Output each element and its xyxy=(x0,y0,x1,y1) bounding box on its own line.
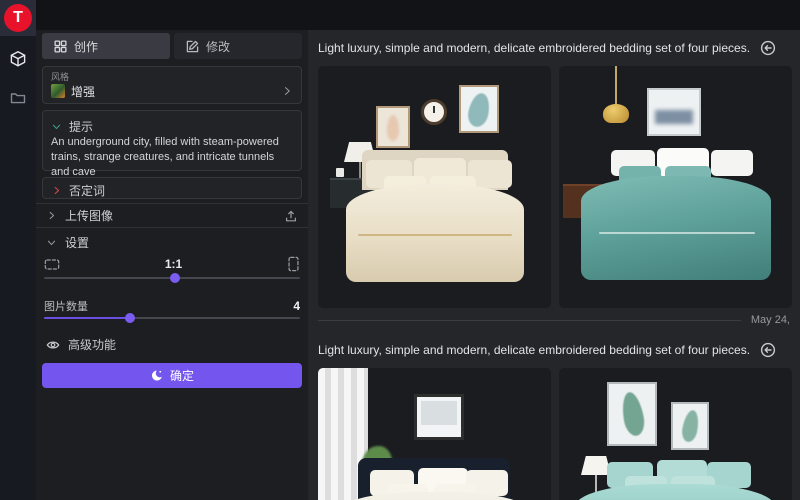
scene-art-abstract xyxy=(655,110,693,124)
advanced-features-toggle[interactable]: 高级功能 xyxy=(46,336,116,353)
tab-modify-label: 修改 xyxy=(206,38,230,55)
image-count-row: 图片数量 4 xyxy=(44,298,300,314)
tab-create[interactable]: 创作 xyxy=(42,33,170,59)
control-panel: 创作 修改 风格 增强 xyxy=(36,30,308,500)
scene-pillow xyxy=(711,150,753,176)
tab-modify[interactable]: 修改 xyxy=(174,33,302,59)
aspect-ratio-value: 1:1 xyxy=(60,257,287,271)
chevron-down-icon xyxy=(51,121,62,132)
scene-art-frame xyxy=(647,88,701,136)
moon-icon xyxy=(150,369,163,382)
generated-image[interactable] xyxy=(559,368,792,500)
generation-date: May 24, xyxy=(751,314,792,326)
sidebar-item-files[interactable] xyxy=(0,83,36,113)
scene-lamp-pole xyxy=(359,162,361,178)
slider-fill xyxy=(44,317,130,319)
settings-label: 设置 xyxy=(65,234,89,251)
style-thumbnail xyxy=(51,84,65,98)
scene-art-frame xyxy=(376,106,410,148)
eye-icon xyxy=(46,338,60,352)
edit-icon xyxy=(186,40,199,53)
landscape-icon xyxy=(44,258,60,271)
scene-art-leaf xyxy=(619,391,646,438)
generation-footer: May 24, xyxy=(318,312,792,328)
generated-image[interactable] xyxy=(318,368,551,500)
confirm-label: 确定 xyxy=(170,367,194,384)
scene-embroidery-trim xyxy=(599,232,755,234)
generated-image[interactable] xyxy=(559,66,792,308)
chevron-right-icon xyxy=(46,210,57,221)
chevron-right-icon xyxy=(281,85,293,97)
aspect-ratio-row: 1:1 xyxy=(44,256,300,272)
scene-art-leaf xyxy=(466,91,493,128)
portrait-icon xyxy=(287,256,300,272)
prompt-header: 提示 xyxy=(51,118,93,135)
scene-art-abstract xyxy=(421,401,457,425)
advanced-label: 高级功能 xyxy=(68,336,116,353)
generated-images-row xyxy=(318,66,792,308)
scene-pendant-cord xyxy=(615,66,617,106)
image-count-value: 4 xyxy=(293,299,300,313)
chevron-right-icon xyxy=(51,185,62,196)
prompt-label: 提示 xyxy=(69,118,93,135)
sidebar-item-workspace[interactable] xyxy=(0,44,36,74)
prompt-text[interactable]: An underground city, filled with steam-p… xyxy=(51,135,295,180)
chevron-down-icon xyxy=(46,237,57,248)
settings-section-header[interactable]: 设置 xyxy=(46,234,89,251)
reuse-prompt-button[interactable] xyxy=(760,342,776,358)
upload-label: 上传图像 xyxy=(65,207,276,224)
style-selector[interactable]: 风格 增强 xyxy=(42,66,302,104)
tab-create-label: 创作 xyxy=(74,38,98,55)
scene-art-leaf xyxy=(680,409,700,443)
upload-image-section[interactable]: 上传图像 xyxy=(36,203,308,228)
negative-prompt-section[interactable]: 否定词 xyxy=(42,177,302,199)
logo-avatar[interactable]: T xyxy=(4,4,32,32)
cube-icon xyxy=(9,50,27,68)
scene-embroidery-trim xyxy=(358,234,512,236)
style-row: 增强 xyxy=(51,82,293,100)
top-bar xyxy=(0,0,800,30)
upload-icon[interactable] xyxy=(284,209,298,223)
divider-line xyxy=(318,320,741,321)
generated-image[interactable] xyxy=(318,66,551,308)
negative-label: 否定词 xyxy=(69,182,105,199)
slider-thumb[interactable] xyxy=(170,273,180,283)
generation-prompt-row: Light luxury, simple and modern, delicat… xyxy=(318,342,776,358)
reuse-prompt-button[interactable] xyxy=(760,40,776,56)
results-area: Light luxury, simple and modern, delicat… xyxy=(308,30,800,500)
generation-prompt-row: Light luxury, simple and modern, delicat… xyxy=(318,40,776,56)
scene-art-frame xyxy=(459,85,499,133)
scene-bed-duvet xyxy=(581,176,771,280)
circled-back-arrow-icon xyxy=(760,40,776,56)
circled-back-arrow-icon xyxy=(760,342,776,358)
generation-prompt-text: Light luxury, simple and modern, delicat… xyxy=(318,343,750,357)
scene-wall-clock xyxy=(421,99,447,125)
image-count-label: 图片数量 xyxy=(44,298,293,314)
generated-images-row xyxy=(318,368,792,500)
prompt-editor[interactable]: 提示 An underground city, filled with stea… xyxy=(42,110,302,171)
confirm-button[interactable]: 确定 xyxy=(42,363,302,388)
logo-letter: T xyxy=(13,9,23,27)
generation-prompt-text: Light luxury, simple and modern, delicat… xyxy=(318,41,750,55)
app-window: T 创作 xyxy=(0,0,800,500)
negative-header: 否定词 xyxy=(51,182,105,199)
aspect-ratio-slider[interactable] xyxy=(44,273,300,283)
scene-art-frame xyxy=(607,382,657,446)
scene-art-feather xyxy=(387,115,399,141)
grid-icon xyxy=(54,40,67,53)
mode-tabs: 创作 修改 xyxy=(42,33,302,59)
style-value: 增强 xyxy=(71,83,275,100)
scene-small-pot xyxy=(336,168,344,177)
slider-thumb[interactable] xyxy=(125,313,135,323)
folder-icon xyxy=(10,90,26,106)
sidebar-rail: T xyxy=(0,0,36,500)
scene-art-frame xyxy=(414,394,464,440)
image-count-slider[interactable] xyxy=(44,313,300,323)
scene-gold-pendant-lamp xyxy=(603,104,629,123)
scene-bed-duvet xyxy=(346,184,524,282)
scene-art-frame xyxy=(671,402,709,450)
